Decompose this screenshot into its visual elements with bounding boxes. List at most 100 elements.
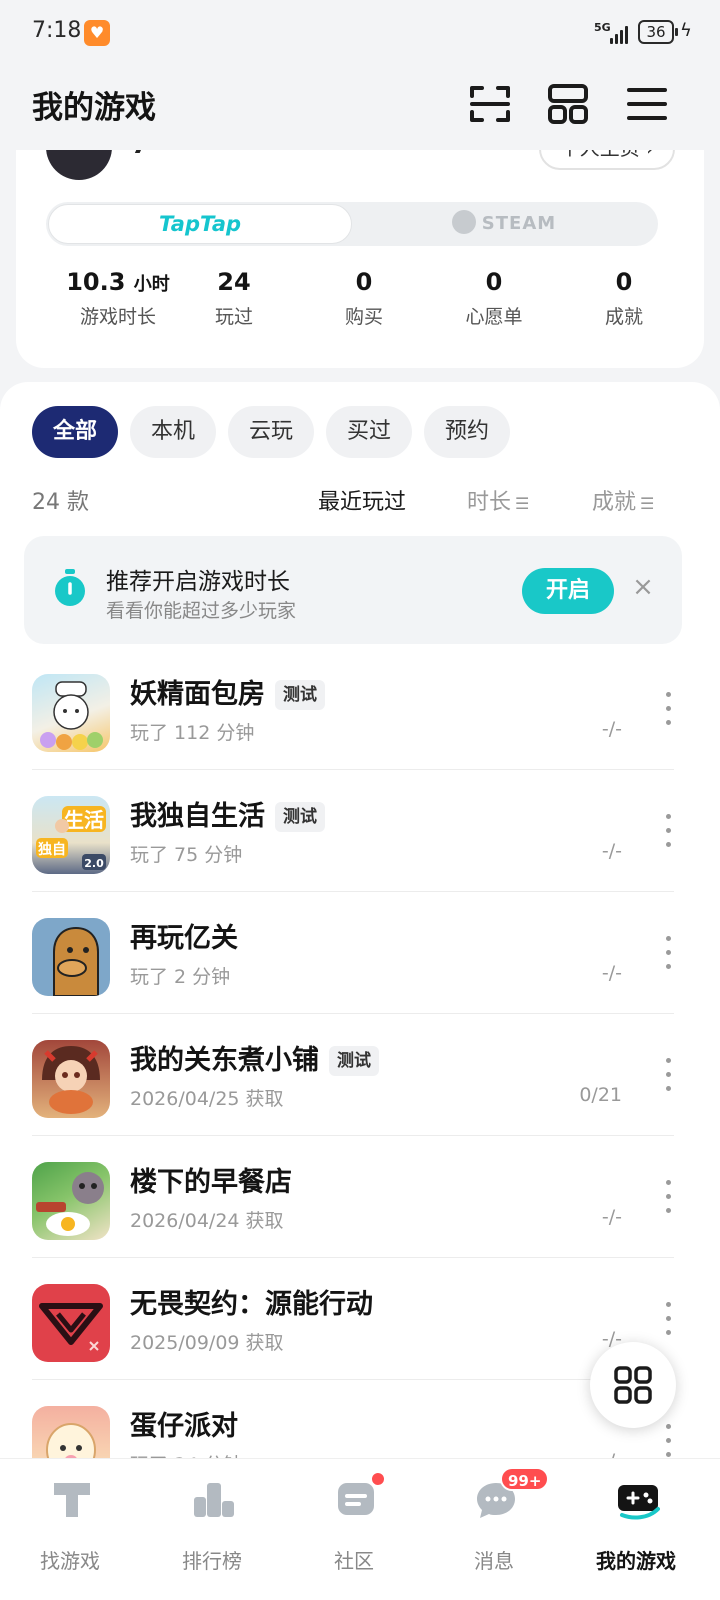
game-name: 我的关东煮小铺 测试: [130, 1038, 379, 1077]
app-header: 我的游戏: [0, 66, 720, 150]
message-count-badge: 99+: [500, 1467, 550, 1491]
filter-local[interactable]: 本机: [130, 406, 216, 458]
game-achievements: 0/21: [579, 1084, 622, 1106]
network-type: 5G: [594, 21, 611, 34]
stat-label: 玩过: [214, 306, 253, 328]
stat-value: 0: [355, 268, 373, 296]
grid-view-button[interactable]: [590, 1342, 676, 1428]
more-options-icon[interactable]: [662, 1180, 674, 1214]
stat-label: 成就: [604, 306, 643, 328]
tab-label: 我的游戏: [596, 1549, 676, 1573]
enable-playtime-button[interactable]: 开启: [522, 568, 614, 614]
living-alone-icon: 生活独自 2.0: [32, 796, 110, 874]
sort-duration[interactable]: 时长 ☰: [467, 484, 529, 516]
ranking-podium-icon: [194, 1483, 234, 1517]
game-row[interactable]: 生活 独自 2.0 我独自生活 测试 玩了 75 分钟 -/-: [0, 770, 720, 892]
tab-messages[interactable]: 99+ 消息: [434, 1467, 554, 1573]
stat-value: 24: [217, 268, 251, 296]
sort-icon: ☰: [515, 494, 530, 513]
steam-label: STEAM: [481, 213, 557, 234]
tab-ranking[interactable]: 排行榜: [152, 1473, 272, 1573]
oden-shop-icon: [32, 1040, 110, 1118]
svg-text:生活: 生活: [64, 808, 104, 832]
stat-label: 心愿单: [465, 306, 523, 328]
game-name: 我独自生活 测试: [130, 794, 325, 833]
scan-icon[interactable]: [466, 80, 514, 128]
test-badge: 测试: [275, 680, 325, 710]
more-options-icon[interactable]: [662, 1302, 674, 1336]
tab-label: 消息: [474, 1549, 514, 1573]
game-achievements: -/-: [601, 718, 622, 740]
tab-label: 排行榜: [182, 1549, 242, 1573]
taptap-logo-icon: [54, 1483, 90, 1517]
game-subtitle: 2026/04/24 获取: [130, 1210, 284, 1232]
test-badge: 测试: [275, 802, 325, 832]
game-name: 妖精面包房 测试: [130, 672, 325, 711]
svg-text:2.0: 2.0: [84, 857, 104, 870]
stat-achievements[interactable]: 0 成就: [574, 268, 674, 329]
game-count: 24 款: [32, 490, 89, 515]
stat-value: 0: [485, 268, 503, 296]
game-row[interactable]: 妖精面包房 测试 玩了 112 分钟 -/-: [0, 648, 720, 770]
menu-icon[interactable]: [623, 80, 671, 128]
game-achievements: -/-: [601, 962, 622, 984]
filter-bought[interactable]: 买过: [326, 406, 412, 458]
sort-recent[interactable]: 最近玩过: [318, 484, 406, 516]
mole-character-icon: [32, 918, 110, 996]
game-subtitle: 玩了 2 分钟: [130, 966, 231, 988]
stat-purchased[interactable]: 0 购买: [314, 268, 414, 329]
game-name: 再玩亿关: [130, 923, 238, 954]
tab-community[interactable]: 社区: [294, 1471, 414, 1573]
stat-playtime[interactable]: 10.3 小时 游戏时长: [50, 268, 186, 329]
game-name: 无畏契约：源能行动: [130, 1289, 373, 1320]
filter-reserved[interactable]: 预约: [424, 406, 510, 458]
game-achievements: -/-: [601, 1206, 622, 1228]
more-options-icon[interactable]: [662, 814, 674, 848]
stopwatch-icon: [55, 569, 85, 606]
stat-label: 购买: [344, 306, 383, 328]
tab-my-games[interactable]: 我的游戏: [576, 1473, 696, 1573]
my-games-screen: 7:18 ♥ 5G 36 ϟ 7 个人主页 › TapTap STEAM 10.…: [0, 0, 720, 1600]
layout-grid-icon[interactable]: [544, 80, 592, 128]
stat-value: 10.3 小时: [66, 268, 170, 296]
stat-played[interactable]: 24 玩过: [184, 268, 284, 329]
game-row[interactable]: 楼下的早餐店 2026/04/24 获取 -/-: [0, 1136, 720, 1258]
more-options-icon[interactable]: [662, 1424, 674, 1458]
steam-logo-icon: [451, 210, 476, 234]
bottom-tab-bar: 找游戏 排行榜 社区 99+ 消息 我的游戏: [0, 1458, 720, 1600]
filter-cloud[interactable]: 云玩: [228, 406, 314, 458]
stat-value: 0: [615, 268, 633, 296]
gamepad-icon: [618, 1485, 660, 1520]
status-bar: 7:18 ♥ 5G 36 ϟ: [0, 0, 720, 66]
filter-all[interactable]: 全部: [32, 406, 118, 458]
tab-find-games[interactable]: 找游戏: [10, 1473, 130, 1573]
page-title: 我的游戏: [32, 90, 156, 126]
game-row[interactable]: 再玩亿关 玩了 2 分钟 -/-: [0, 892, 720, 1014]
test-badge: 测试: [329, 1046, 379, 1076]
more-options-icon[interactable]: [662, 1058, 674, 1092]
more-options-icon[interactable]: [662, 936, 674, 970]
notification-app-icon: ♥: [84, 20, 110, 46]
game-subtitle: 2026/04/25 获取: [130, 1088, 284, 1110]
stat-label: 游戏时长: [79, 306, 156, 328]
svg-text:独自: 独自: [38, 841, 66, 858]
stat-wishlist[interactable]: 0 心愿单: [444, 268, 544, 329]
breakfast-shop-icon: [32, 1162, 110, 1240]
playtime-banner: 推荐开启游戏时长 看看你能超过多少玩家 开启 ×: [24, 536, 682, 644]
close-icon[interactable]: ×: [630, 574, 656, 600]
game-subtitle: 玩了 75 分钟: [130, 844, 243, 866]
game-row[interactable]: 我的关东煮小铺 测试 2026/04/25 获取 0/21: [0, 1014, 720, 1136]
platform-taptap-tab[interactable]: TapTap: [48, 204, 352, 244]
game-name: 楼下的早餐店: [130, 1167, 292, 1198]
game-subtitle: 2025/09/09 获取: [130, 1332, 284, 1354]
sort-icon: ☰: [640, 494, 655, 513]
notification-dot: [370, 1471, 386, 1487]
tab-label: 社区: [334, 1549, 374, 1573]
charging-icon: ϟ: [680, 20, 692, 41]
platform-steam-tab[interactable]: STEAM: [352, 204, 656, 244]
valorant-icon: [32, 1284, 110, 1362]
more-options-icon[interactable]: [662, 692, 674, 726]
sort-achievement[interactable]: 成就 ☰: [592, 484, 654, 516]
banner-subtitle: 看看你能超过多少玩家: [106, 600, 297, 622]
battery-icon: 36: [638, 20, 678, 44]
